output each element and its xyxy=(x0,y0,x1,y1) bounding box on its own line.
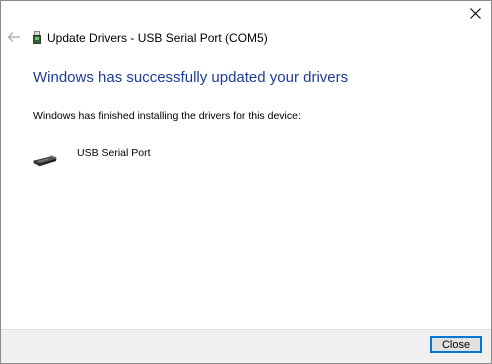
close-window-icon[interactable] xyxy=(465,4,485,22)
usb-serial-device-icon xyxy=(32,151,58,167)
success-headline: Windows has successfully updated your dr… xyxy=(33,69,349,86)
device-name: USB Serial Port xyxy=(77,147,151,159)
close-button[interactable]: Close xyxy=(430,336,482,353)
back-arrow-icon[interactable] xyxy=(7,30,21,44)
wizard-footer: Close xyxy=(1,329,491,363)
wizard-title: Update Drivers - USB Serial Port (COM5) xyxy=(47,31,268,45)
device-small-icon xyxy=(33,31,41,44)
wizard-header: Update Drivers - USB Serial Port (COM5) xyxy=(1,28,491,48)
install-message: Windows has finished installing the driv… xyxy=(33,110,301,122)
update-drivers-window: Update Drivers - USB Serial Port (COM5) … xyxy=(0,0,492,364)
